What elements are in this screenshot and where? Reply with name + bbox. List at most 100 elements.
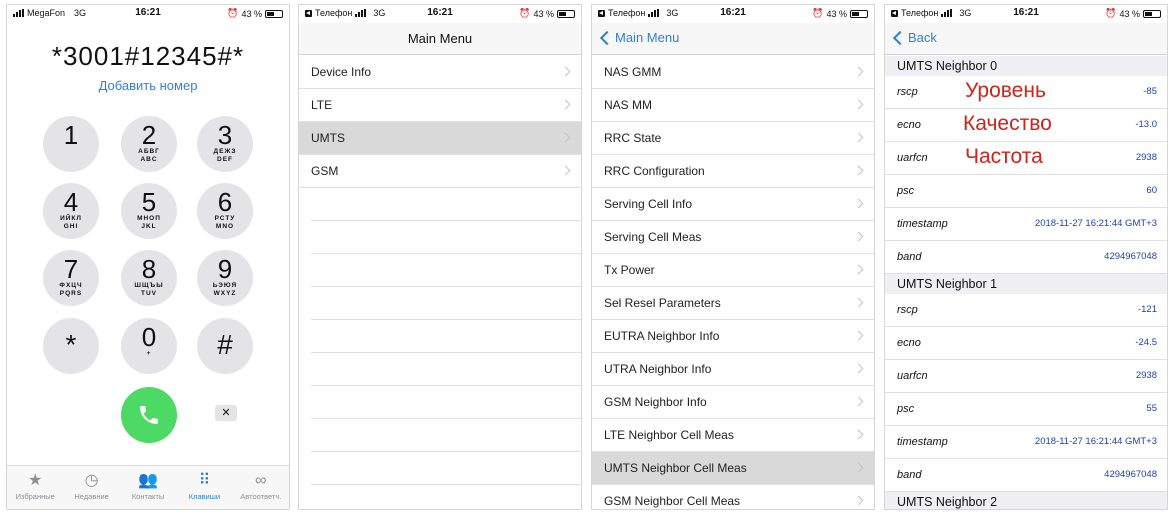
nav-bar: Back <box>885 23 1167 55</box>
detail-row-rscp: rscp -121 <box>885 294 1167 327</box>
detail-value: 2018-11-27 16:21:44 GMT+3 <box>1034 436 1157 447</box>
tab-favorites[interactable]: ★ Избранные <box>7 466 63 509</box>
list-item-label: Device Info <box>311 65 372 79</box>
keypad-icon: ⠿ <box>198 472 211 489</box>
key-letters: МНОП <box>137 215 161 222</box>
key-two[interactable]: 2 АБВГ ABC <box>121 116 177 172</box>
key-three[interactable]: 3 ДЕЖЗ DEF <box>197 116 253 172</box>
key-digit: 0 <box>141 322 157 352</box>
list-item-nas-mm[interactable]: NAS MM <box>592 89 874 122</box>
list-item-gsm-neighbor-info[interactable]: GSM Neighbor Info <box>592 386 874 419</box>
list-item-device-info[interactable]: Device Info <box>299 56 581 89</box>
list-item-label: UMTS <box>311 131 345 145</box>
list-item-label: GSM Neighbor Cell Meas <box>604 494 741 508</box>
list-item-serving-cell-meas[interactable]: Serving Cell Meas <box>592 221 874 254</box>
list-item-label: GSM Neighbor Info <box>604 395 707 409</box>
key-one[interactable]: 1 <box>43 116 99 172</box>
list-item-umts[interactable]: UMTS <box>299 122 581 155</box>
list-item-serving-cell-info[interactable]: Serving Cell Info <box>592 188 874 221</box>
key-digit: 7 <box>63 254 79 284</box>
add-number-link[interactable]: Добавить номер <box>7 78 289 93</box>
status-bar: Телефон 3G 16:21 ⏰ 43 % <box>885 5 1167 23</box>
list-item-nas-gmm[interactable]: NAS GMM <box>592 56 874 89</box>
voicemail-icon: ∞ <box>255 472 267 489</box>
key-eight[interactable]: 8 ШЩЪЫ TUV <box>121 250 177 306</box>
empty-row <box>311 419 581 452</box>
tab-voicemail[interactable]: ∞ Автоответч. <box>233 466 289 509</box>
back-button[interactable]: Main Menu <box>598 30 679 45</box>
tab-contacts[interactable]: 👥 Контакты <box>120 466 176 509</box>
key-zero[interactable]: 0 + <box>121 318 177 374</box>
key-letters: ABC <box>140 156 158 163</box>
chevron-right-icon <box>853 396 864 407</box>
chevron-right-icon <box>853 297 864 308</box>
battery-percent: 43 % <box>826 8 847 19</box>
detail-row-timestamp: timestamp 2018-11-27 16:21:44 GMT+3 <box>885 208 1167 241</box>
status-bar: MegaFon 3G 16:21 ⏰ 43 % <box>7 5 289 23</box>
detail-value: -24.5 <box>1135 337 1157 348</box>
key-hash[interactable]: # <box>197 318 253 374</box>
detail-key: timestamp <box>897 436 948 448</box>
key-letters: JKL <box>141 223 157 230</box>
list-item-rrc-state[interactable]: RRC State <box>592 122 874 155</box>
empty-row <box>311 353 581 386</box>
list-item-sel-resel-parameters[interactable]: Sel Resel Parameters <box>592 287 874 320</box>
list-item-tx-power[interactable]: Tx Power <box>592 254 874 287</box>
key-letters: ИЙКЛ <box>60 215 82 222</box>
empty-row <box>311 221 581 254</box>
tab-label: Автоответч. <box>240 492 282 501</box>
umts-menu-screen: Телефон 3G 16:21 ⏰ 43 % Main Menu NAS GM… <box>591 4 875 510</box>
detail-key: band <box>897 251 922 263</box>
tab-keypad[interactable]: ⠿ Клавиши <box>176 466 232 509</box>
tab-recents[interactable]: ◷ Недавние <box>63 466 119 509</box>
backspace-icon: ✕ <box>221 407 231 419</box>
detail-value: 2018-11-27 16:21:44 GMT+3 <box>1034 218 1157 229</box>
key-digit: 3 <box>217 120 233 150</box>
detail-row-psc: psc 55 <box>885 393 1167 426</box>
list-item-lte[interactable]: LTE <box>299 89 581 122</box>
list-item-gsm[interactable]: GSM <box>299 155 581 188</box>
call-button[interactable] <box>121 387 177 443</box>
detail-value: 2938 <box>1135 152 1157 163</box>
status-bar: Телефон 3G 16:21 ⏰ 43 % <box>299 5 581 23</box>
key-digit: 5 <box>141 187 157 217</box>
key-nine[interactable]: 9 ЬЭЮЯ WXYZ <box>197 250 253 306</box>
list-item-rrc-configuration[interactable]: RRC Configuration <box>592 155 874 188</box>
list-item-utra-neighbor-info[interactable]: UTRA Neighbor Info <box>592 353 874 386</box>
list-item-label: EUTRA Neighbor Info <box>604 329 720 343</box>
detail-key: ecno <box>897 119 921 131</box>
annotation-quality: Качество <box>963 112 1052 135</box>
list-item-label: NAS MM <box>604 98 652 112</box>
list-item-lte-neighbor-cell-meas[interactable]: LTE Neighbor Cell Meas <box>592 419 874 452</box>
detail-value: 2938 <box>1135 370 1157 381</box>
battery-icon <box>265 9 283 18</box>
list-item-umts-neighbor-cell-meas[interactable]: UMTS Neighbor Cell Meas <box>592 452 874 485</box>
section-header: UMTS Neighbor 1 <box>885 274 1167 294</box>
main-menu-screen: Телефон 3G 16:21 ⏰ 43 % Main Menu Device… <box>298 4 582 510</box>
back-button[interactable]: Back <box>891 30 937 45</box>
detail-key: psc <box>897 403 915 415</box>
battery-icon <box>557 9 575 18</box>
detail-value: 4294967048 <box>1104 469 1157 480</box>
list-item-eutra-neighbor-info[interactable]: EUTRA Neighbor Info <box>592 320 874 353</box>
tab-label: Избранные <box>15 492 55 501</box>
detail-row-psc: psc 60 <box>885 175 1167 208</box>
detail-key: rscp <box>897 86 918 98</box>
detail-key: rscp <box>897 304 918 316</box>
annotation-frequency: Частота <box>965 145 1043 168</box>
chevron-right-icon <box>853 198 864 209</box>
list-item-gsm-neighbor-cell-meas[interactable]: GSM Neighbor Cell Meas <box>592 485 874 509</box>
detail-value: 60 <box>1146 185 1157 196</box>
chevron-left-icon <box>892 30 908 45</box>
key-five[interactable]: 5 МНОП JKL <box>121 183 177 239</box>
detail-value: 55 <box>1146 403 1157 414</box>
tab-label: Недавние <box>74 492 109 501</box>
key-star[interactable]: * <box>43 318 99 374</box>
back-label: Back <box>908 30 937 45</box>
key-six[interactable]: 6 РСТУ MNO <box>197 183 253 239</box>
key-digit: 9 <box>217 254 233 284</box>
key-four[interactable]: 4 ИЙКЛ GHI <box>43 183 99 239</box>
list-item-label: Sel Resel Parameters <box>604 296 721 310</box>
key-seven[interactable]: 7 ФХЦЧ PQRS <box>43 250 99 306</box>
delete-button[interactable]: ✕ <box>215 405 237 421</box>
